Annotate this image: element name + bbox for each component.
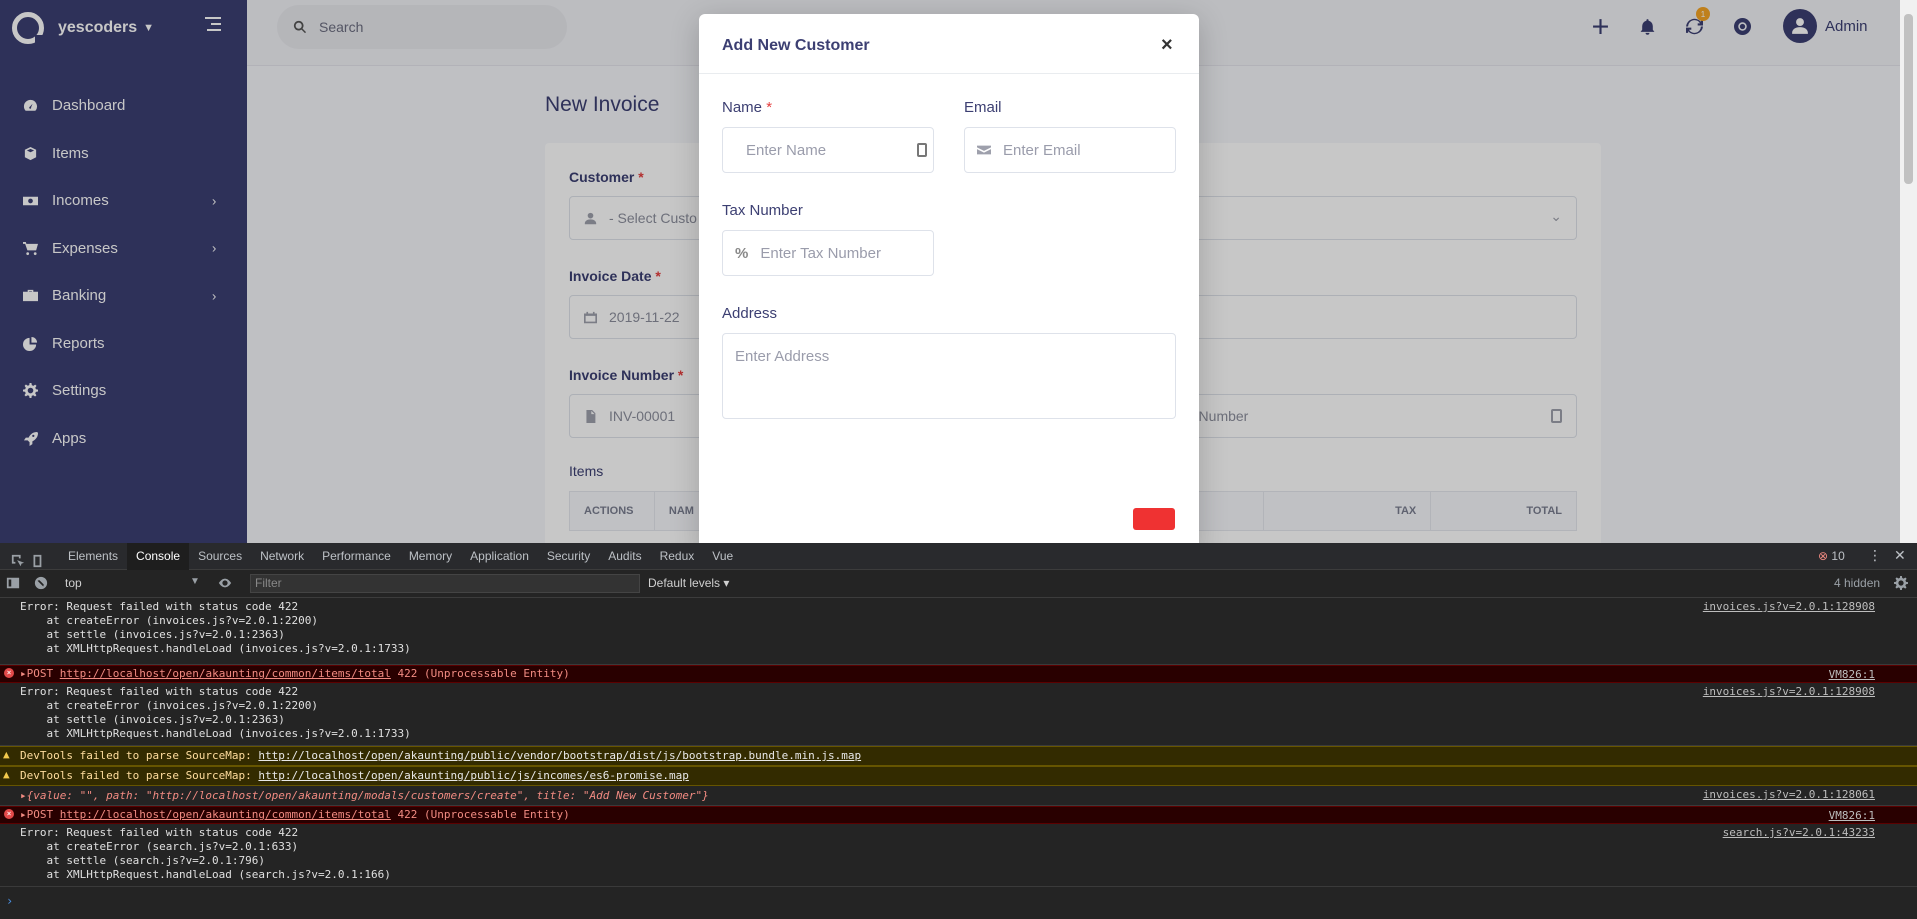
gear-icon[interactable]: [1893, 575, 1909, 591]
request-url-link[interactable]: http://localhost/open/akaunting/common/i…: [60, 808, 391, 821]
tab-audits[interactable]: Audits: [599, 543, 650, 570]
save-button[interactable]: [1133, 508, 1175, 530]
tab-redux[interactable]: Redux: [651, 543, 704, 570]
source-link[interactable]: invoices.js?v=2.0.1:128061: [1703, 788, 1875, 801]
console-error-line: × ▸POST http://localhost/open/akaunting/…: [0, 665, 1917, 683]
name-label: Name *: [722, 99, 773, 116]
address-textarea[interactable]: Enter Address: [722, 333, 1176, 419]
tab-console[interactable]: Console: [127, 542, 190, 570]
warning-icon: ▲: [3, 768, 10, 781]
source-link[interactable]: invoices.js?v=2.0.1:128908: [1703, 685, 1875, 698]
error-icon: ⊗: [1818, 549, 1829, 563]
modal-title: Add New Customer: [722, 37, 870, 54]
source-link[interactable]: search.js?v=2.0.1:43233: [1723, 826, 1875, 839]
tax-number-field[interactable]: % Enter Tax Number: [722, 230, 934, 276]
error-counter[interactable]: ⊗ 10: [1818, 549, 1845, 563]
email-label: Email: [964, 99, 1002, 116]
percent-icon: %: [735, 244, 749, 262]
console-error-stack: Error: Request failed with status code 4…: [0, 683, 1917, 746]
modal-header: Add New Customer ×: [699, 14, 1199, 74]
tab-elements[interactable]: Elements: [59, 543, 127, 570]
device-toggle-icon[interactable]: [29, 553, 45, 569]
warning-icon: ▲: [3, 748, 10, 761]
devtools-panel: Elements Console Sources Network Perform…: [0, 542, 1917, 919]
error-icon: ×: [4, 809, 14, 819]
sourcemap-link[interactable]: http://localhost/open/akaunting/public/v…: [258, 749, 861, 762]
console-warning-line: ▲ DevTools failed to parse SourceMap: ht…: [0, 746, 1917, 766]
sourcemap-link[interactable]: http://localhost/open/akaunting/public/j…: [258, 769, 688, 782]
sidebar-toggle-icon[interactable]: [5, 575, 21, 591]
context-selector[interactable]: top: [65, 576, 82, 590]
page-scrollbar[interactable]: [1900, 0, 1917, 543]
inspect-element-icon[interactable]: [10, 553, 26, 569]
email-field[interactable]: Enter Email: [964, 127, 1176, 173]
console-error-stack: Error: Request failed with status code 4…: [0, 824, 1917, 887]
source-link[interactable]: VM826:1: [1829, 809, 1875, 822]
more-options-icon[interactable]: ⋮: [1868, 547, 1882, 564]
hidden-messages-count: 4 hidden: [1834, 576, 1881, 590]
source-link[interactable]: VM826:1: [1829, 668, 1875, 681]
devtools-tab-bar: Elements Console Sources Network Perform…: [0, 542, 1917, 570]
id-card-icon: [917, 143, 927, 157]
tab-performance[interactable]: Performance: [313, 543, 400, 570]
tab-memory[interactable]: Memory: [400, 543, 461, 570]
error-icon: ×: [4, 668, 14, 678]
name-field[interactable]: Enter Name: [722, 127, 934, 173]
console-filter-input[interactable]: Filter: [250, 574, 640, 593]
tab-network[interactable]: Network: [251, 543, 313, 570]
caret-down-icon: ▼: [190, 576, 200, 587]
address-label: Address: [722, 305, 778, 322]
eye-icon[interactable]: [217, 575, 233, 591]
app-window: yescoders ▼ Dashboard Items Incomes › Ex…: [0, 0, 1917, 543]
tab-vue[interactable]: Vue: [703, 543, 742, 570]
tax-number-label: Tax Number: [722, 202, 803, 219]
close-devtools-icon[interactable]: ✕: [1894, 547, 1906, 564]
console-error-line: × ▸POST http://localhost/open/akaunting/…: [0, 806, 1917, 824]
add-customer-modal: Add New Customer × Name * Enter Name Ema…: [699, 14, 1199, 543]
console-object-line[interactable]: ▸{value: "", path: "http://localhost/ope…: [0, 786, 1917, 806]
request-url-link[interactable]: http://localhost/open/akaunting/common/i…: [60, 667, 391, 680]
console-warning-line: ▲ DevTools failed to parse SourceMap: ht…: [0, 766, 1917, 786]
envelope-icon: [977, 145, 991, 155]
log-levels-dropdown[interactable]: Default levels ▾: [648, 576, 729, 590]
tab-application[interactable]: Application: [461, 543, 538, 570]
tab-security[interactable]: Security: [538, 543, 599, 570]
clear-console-icon[interactable]: [33, 575, 49, 591]
console-prompt[interactable]: ›: [6, 894, 13, 908]
close-icon[interactable]: ×: [1161, 34, 1173, 57]
console-toolbar: top ▼ Filter Default levels ▾ 4 hidden: [0, 570, 1917, 598]
console-error-stack: Error: Request failed with status code 4…: [0, 598, 1917, 665]
tab-sources[interactable]: Sources: [189, 543, 251, 570]
console-messages: Error: Request failed with status code 4…: [0, 598, 1917, 919]
source-link[interactable]: invoices.js?v=2.0.1:128908: [1703, 600, 1875, 613]
